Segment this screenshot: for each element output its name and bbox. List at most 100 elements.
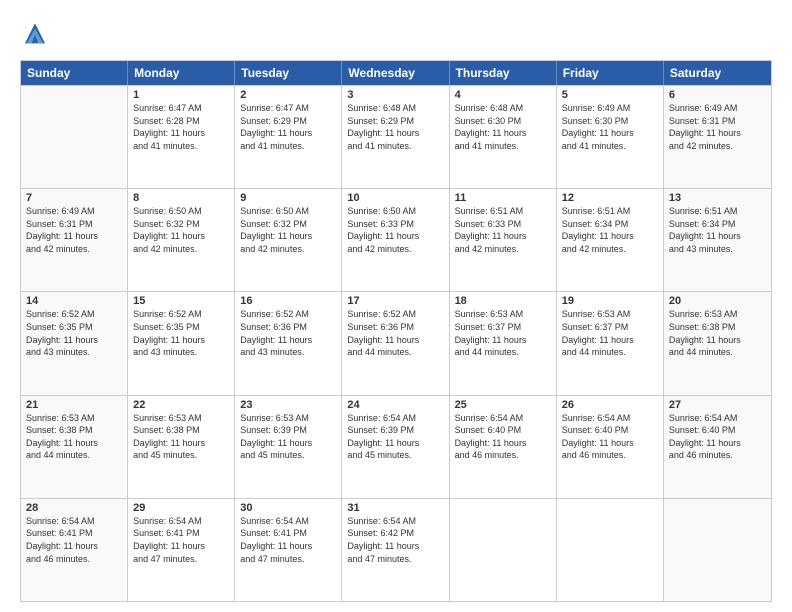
day-number: 12 — [562, 192, 658, 204]
day-number: 1 — [133, 89, 229, 101]
calendar-cell: 24Sunrise: 6:54 AM Sunset: 6:39 PM Dayli… — [342, 396, 449, 498]
calendar-row: 14Sunrise: 6:52 AM Sunset: 6:35 PM Dayli… — [21, 291, 771, 394]
day-number: 15 — [133, 295, 229, 307]
day-info: Sunrise: 6:52 AM Sunset: 6:36 PM Dayligh… — [240, 308, 336, 358]
day-info: Sunrise: 6:50 AM Sunset: 6:32 PM Dayligh… — [240, 205, 336, 255]
calendar-cell: 6Sunrise: 6:49 AM Sunset: 6:31 PM Daylig… — [664, 86, 771, 188]
calendar-cell — [557, 499, 664, 601]
calendar-cell: 1Sunrise: 6:47 AM Sunset: 6:28 PM Daylig… — [128, 86, 235, 188]
day-info: Sunrise: 6:54 AM Sunset: 6:41 PM Dayligh… — [26, 515, 122, 565]
logo-icon — [20, 20, 50, 50]
calendar-cell: 10Sunrise: 6:50 AM Sunset: 6:33 PM Dayli… — [342, 189, 449, 291]
calendar-row: 7Sunrise: 6:49 AM Sunset: 6:31 PM Daylig… — [21, 188, 771, 291]
day-info: Sunrise: 6:54 AM Sunset: 6:41 PM Dayligh… — [240, 515, 336, 565]
day-number: 28 — [26, 502, 122, 514]
day-number: 2 — [240, 89, 336, 101]
calendar-row: 28Sunrise: 6:54 AM Sunset: 6:41 PM Dayli… — [21, 498, 771, 601]
day-number: 6 — [669, 89, 766, 101]
day-info: Sunrise: 6:48 AM Sunset: 6:29 PM Dayligh… — [347, 102, 443, 152]
weekday-header: Friday — [557, 61, 664, 85]
calendar-cell: 30Sunrise: 6:54 AM Sunset: 6:41 PM Dayli… — [235, 499, 342, 601]
weekday-header: Sunday — [21, 61, 128, 85]
day-info: Sunrise: 6:50 AM Sunset: 6:33 PM Dayligh… — [347, 205, 443, 255]
calendar-cell: 4Sunrise: 6:48 AM Sunset: 6:30 PM Daylig… — [450, 86, 557, 188]
calendar-cell: 8Sunrise: 6:50 AM Sunset: 6:32 PM Daylig… — [128, 189, 235, 291]
calendar: SundayMondayTuesdayWednesdayThursdayFrid… — [20, 60, 772, 602]
day-number: 3 — [347, 89, 443, 101]
calendar-cell: 28Sunrise: 6:54 AM Sunset: 6:41 PM Dayli… — [21, 499, 128, 601]
calendar-cell: 7Sunrise: 6:49 AM Sunset: 6:31 PM Daylig… — [21, 189, 128, 291]
weekday-header: Thursday — [450, 61, 557, 85]
calendar-cell: 14Sunrise: 6:52 AM Sunset: 6:35 PM Dayli… — [21, 292, 128, 394]
day-info: Sunrise: 6:51 AM Sunset: 6:34 PM Dayligh… — [669, 205, 766, 255]
calendar-cell: 2Sunrise: 6:47 AM Sunset: 6:29 PM Daylig… — [235, 86, 342, 188]
day-number: 10 — [347, 192, 443, 204]
calendar-cell: 29Sunrise: 6:54 AM Sunset: 6:41 PM Dayli… — [128, 499, 235, 601]
calendar-cell: 11Sunrise: 6:51 AM Sunset: 6:33 PM Dayli… — [450, 189, 557, 291]
day-info: Sunrise: 6:54 AM Sunset: 6:42 PM Dayligh… — [347, 515, 443, 565]
day-info: Sunrise: 6:48 AM Sunset: 6:30 PM Dayligh… — [455, 102, 551, 152]
calendar-cell — [450, 499, 557, 601]
calendar-cell: 19Sunrise: 6:53 AM Sunset: 6:37 PM Dayli… — [557, 292, 664, 394]
day-info: Sunrise: 6:52 AM Sunset: 6:36 PM Dayligh… — [347, 308, 443, 358]
header — [20, 20, 772, 50]
day-info: Sunrise: 6:52 AM Sunset: 6:35 PM Dayligh… — [133, 308, 229, 358]
calendar-cell: 20Sunrise: 6:53 AM Sunset: 6:38 PM Dayli… — [664, 292, 771, 394]
day-info: Sunrise: 6:53 AM Sunset: 6:39 PM Dayligh… — [240, 412, 336, 462]
day-number: 17 — [347, 295, 443, 307]
calendar-cell: 25Sunrise: 6:54 AM Sunset: 6:40 PM Dayli… — [450, 396, 557, 498]
day-number: 4 — [455, 89, 551, 101]
day-number: 11 — [455, 192, 551, 204]
weekday-header: Monday — [128, 61, 235, 85]
day-info: Sunrise: 6:54 AM Sunset: 6:41 PM Dayligh… — [133, 515, 229, 565]
day-info: Sunrise: 6:54 AM Sunset: 6:39 PM Dayligh… — [347, 412, 443, 462]
page: SundayMondayTuesdayWednesdayThursdayFrid… — [0, 0, 792, 612]
day-info: Sunrise: 6:49 AM Sunset: 6:30 PM Dayligh… — [562, 102, 658, 152]
day-number: 14 — [26, 295, 122, 307]
day-number: 23 — [240, 399, 336, 411]
day-info: Sunrise: 6:51 AM Sunset: 6:33 PM Dayligh… — [455, 205, 551, 255]
day-number: 31 — [347, 502, 443, 514]
day-info: Sunrise: 6:53 AM Sunset: 6:38 PM Dayligh… — [133, 412, 229, 462]
calendar-cell: 26Sunrise: 6:54 AM Sunset: 6:40 PM Dayli… — [557, 396, 664, 498]
day-info: Sunrise: 6:47 AM Sunset: 6:28 PM Dayligh… — [133, 102, 229, 152]
calendar-body: 1Sunrise: 6:47 AM Sunset: 6:28 PM Daylig… — [21, 85, 771, 601]
day-number: 16 — [240, 295, 336, 307]
calendar-cell: 18Sunrise: 6:53 AM Sunset: 6:37 PM Dayli… — [450, 292, 557, 394]
day-number: 5 — [562, 89, 658, 101]
day-info: Sunrise: 6:52 AM Sunset: 6:35 PM Dayligh… — [26, 308, 122, 358]
day-number: 7 — [26, 192, 122, 204]
calendar-cell: 23Sunrise: 6:53 AM Sunset: 6:39 PM Dayli… — [235, 396, 342, 498]
logo — [20, 20, 54, 50]
day-info: Sunrise: 6:54 AM Sunset: 6:40 PM Dayligh… — [669, 412, 766, 462]
day-number: 21 — [26, 399, 122, 411]
day-number: 30 — [240, 502, 336, 514]
calendar-row: 21 Sunrise: 6:53 AM Sunset: 6:38 PM Dayli… — [21, 395, 771, 498]
calendar-cell: 22Sunrise: 6:53 AM Sunset: 6:38 PM Dayli… — [128, 396, 235, 498]
day-info: Sunrise: 6:53 AM Sunset: 6:37 PM Dayligh… — [455, 308, 551, 358]
calendar-cell: 5Sunrise: 6:49 AM Sunset: 6:30 PM Daylig… — [557, 86, 664, 188]
day-number: 25 — [455, 399, 551, 411]
day-number: 26 — [562, 399, 658, 411]
calendar-cell: 16Sunrise: 6:52 AM Sunset: 6:36 PM Dayli… — [235, 292, 342, 394]
day-number: 9 — [240, 192, 336, 204]
calendar-cell: 17Sunrise: 6:52 AM Sunset: 6:36 PM Dayli… — [342, 292, 449, 394]
day-info: Sunrise: 6:54 AM Sunset: 6:40 PM Dayligh… — [562, 412, 658, 462]
day-info: Sunrise: 6:53 AM Sunset: 6:38 PM Dayligh… — [669, 308, 766, 358]
calendar-cell: 31Sunrise: 6:54 AM Sunset: 6:42 PM Dayli… — [342, 499, 449, 601]
day-info: Sunrise: 6:53 AM Sunset: 6:37 PM Dayligh… — [562, 308, 658, 358]
day-number: 24 — [347, 399, 443, 411]
day-number: 18 — [455, 295, 551, 307]
day-number: 29 — [133, 502, 229, 514]
day-info: Sunrise: 6:49 AM Sunset: 6:31 PM Dayligh… — [26, 205, 122, 255]
calendar-cell: 3Sunrise: 6:48 AM Sunset: 6:29 PM Daylig… — [342, 86, 449, 188]
day-number: 22 — [133, 399, 229, 411]
day-info: Sunrise: 6:51 AM Sunset: 6:34 PM Dayligh… — [562, 205, 658, 255]
calendar-header: SundayMondayTuesdayWednesdayThursdayFrid… — [21, 61, 771, 85]
calendar-cell: 21Sunrise: 6:53 AM Sunset: 6:38 PM Dayli… — [21, 396, 128, 498]
weekday-header: Saturday — [664, 61, 771, 85]
day-info: Sunrise: 6:50 AM Sunset: 6:32 PM Dayligh… — [133, 205, 229, 255]
weekday-header: Tuesday — [235, 61, 342, 85]
day-info: Sunrise: 6:47 AM Sunset: 6:29 PM Dayligh… — [240, 102, 336, 152]
calendar-cell — [21, 86, 128, 188]
